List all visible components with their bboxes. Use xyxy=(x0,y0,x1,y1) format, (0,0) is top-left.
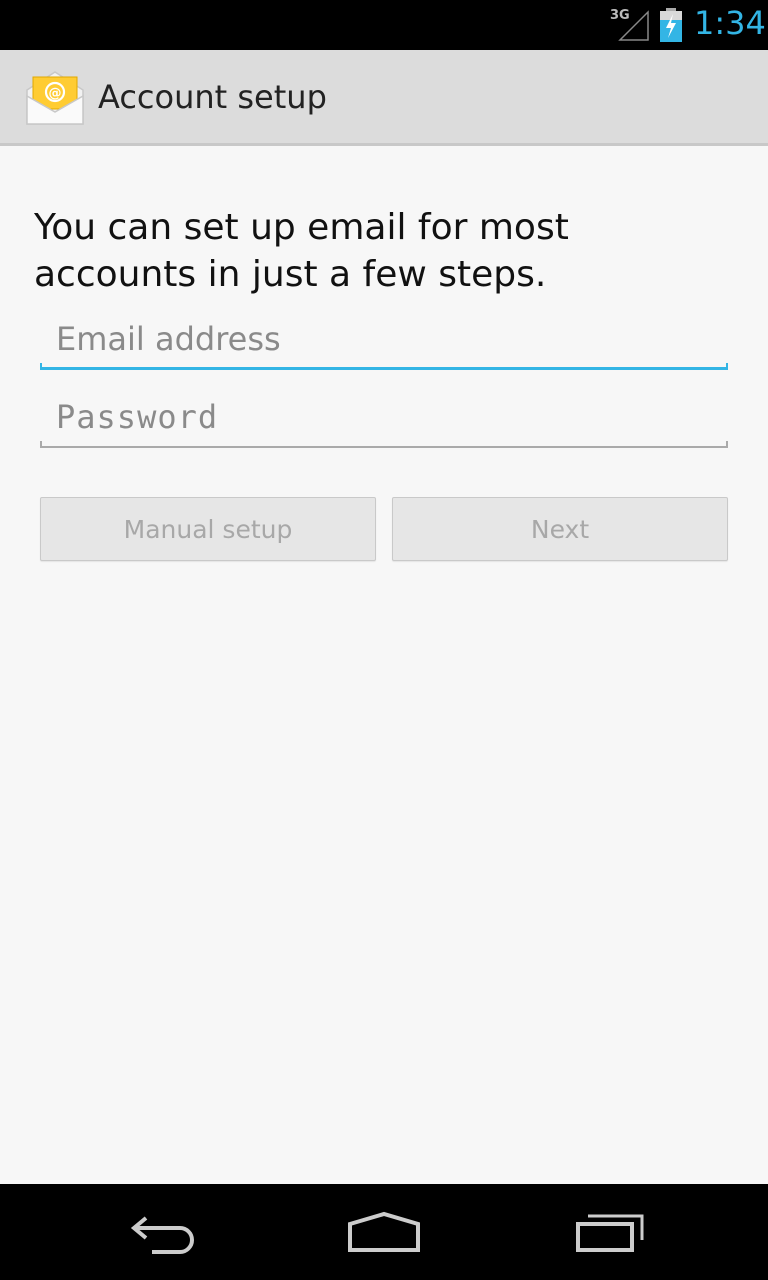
home-icon[interactable] xyxy=(346,1204,422,1260)
action-bar: @ Account setup xyxy=(0,50,768,146)
email-field-container xyxy=(40,314,728,370)
password-field-container xyxy=(40,392,728,448)
signal-indicator: 3G xyxy=(610,8,650,42)
intro-text: You can set up email for most accounts i… xyxy=(34,207,569,295)
svg-text:@: @ xyxy=(49,86,62,101)
recent-apps-icon[interactable] xyxy=(572,1204,648,1260)
battery-charging-icon xyxy=(660,8,682,42)
manual-setup-button[interactable]: Manual setup xyxy=(40,497,376,561)
email-app-icon: @ xyxy=(26,71,84,125)
status-clock: 1:34 xyxy=(694,4,766,42)
email-field-underline xyxy=(40,363,728,370)
status-bar: 3G 1:34 xyxy=(0,0,768,50)
back-icon[interactable] xyxy=(122,1204,198,1260)
email-field[interactable] xyxy=(40,314,728,364)
next-button[interactable]: Next xyxy=(392,497,728,561)
page-title: Account setup xyxy=(98,78,327,116)
password-field-underline xyxy=(40,441,728,448)
password-field[interactable] xyxy=(40,392,728,442)
signal-icon xyxy=(618,10,649,41)
navigation-bar xyxy=(0,1184,768,1280)
